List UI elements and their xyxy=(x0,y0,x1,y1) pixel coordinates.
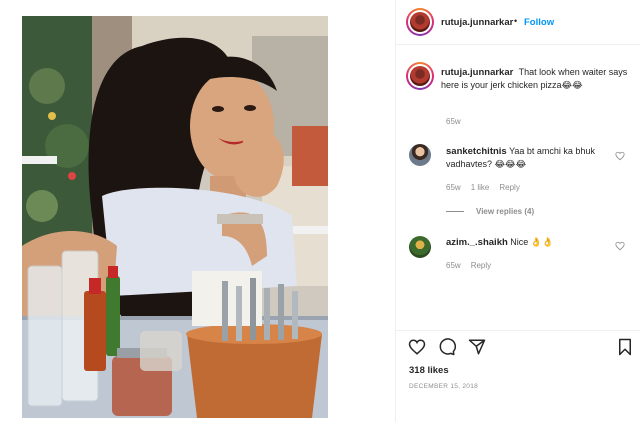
comment-item: azim._.shaikh Nice 👌👌 xyxy=(446,236,616,249)
heart-icon[interactable] xyxy=(408,338,426,356)
commenter-avatar[interactable] xyxy=(409,236,431,258)
author-username[interactable]: rutuja.junnarkar xyxy=(441,17,513,28)
comment-username[interactable]: azim._.shaikh xyxy=(446,237,508,248)
post-photo[interactable] xyxy=(22,16,328,418)
reply-button[interactable]: Reply xyxy=(499,183,519,192)
follow-button[interactable]: Follow xyxy=(524,17,554,28)
comment-username[interactable]: sanketchitnis xyxy=(446,146,507,157)
photo-icon xyxy=(22,16,328,418)
view-replies-button[interactable]: View replies (4) xyxy=(446,207,534,216)
comment-item: sanketchitnis Yaa bt amchi ka bhuk vadha… xyxy=(446,145,616,171)
commenter-avatar[interactable] xyxy=(409,144,431,166)
post-card: rutuja.junnarkar • Follow rutuja.junnark… xyxy=(0,0,640,422)
comment-icon[interactable] xyxy=(438,338,456,356)
divider-line xyxy=(446,211,464,213)
post-caption: rutuja.junnarkar That look when waiter s… xyxy=(441,66,631,92)
post-side-panel: rutuja.junnarkar • Follow rutuja.junnark… xyxy=(395,0,640,422)
caption-timestamp[interactable]: 65w xyxy=(446,117,461,126)
view-replies-label[interactable]: View replies (4) xyxy=(476,207,534,216)
heart-icon[interactable] xyxy=(615,241,625,251)
comment-timestamp[interactable]: 65w xyxy=(446,261,461,270)
comment-meta: 65w 1 like Reply xyxy=(446,183,520,192)
separator-dot: • xyxy=(514,16,518,26)
likes-count[interactable]: 318 likes xyxy=(409,365,449,376)
caption-avatar[interactable] xyxy=(406,62,434,90)
post-header: rutuja.junnarkar • Follow xyxy=(396,0,640,45)
caption-username[interactable]: rutuja.junnarkar xyxy=(441,67,513,78)
comment-timestamp[interactable]: 65w xyxy=(446,183,461,192)
comment-likes[interactable]: 1 like xyxy=(471,183,490,192)
reply-button[interactable]: Reply xyxy=(471,261,491,270)
action-bar xyxy=(396,330,640,361)
bookmark-icon[interactable] xyxy=(616,338,634,356)
comment-meta: 65w Reply xyxy=(446,261,491,270)
heart-icon[interactable] xyxy=(615,151,625,161)
share-icon[interactable] xyxy=(468,338,486,356)
post-date[interactable]: DECEMBER 15, 2018 xyxy=(409,383,478,390)
author-avatar[interactable] xyxy=(406,8,434,36)
comment-text: Nice 👌👌 xyxy=(510,237,554,247)
